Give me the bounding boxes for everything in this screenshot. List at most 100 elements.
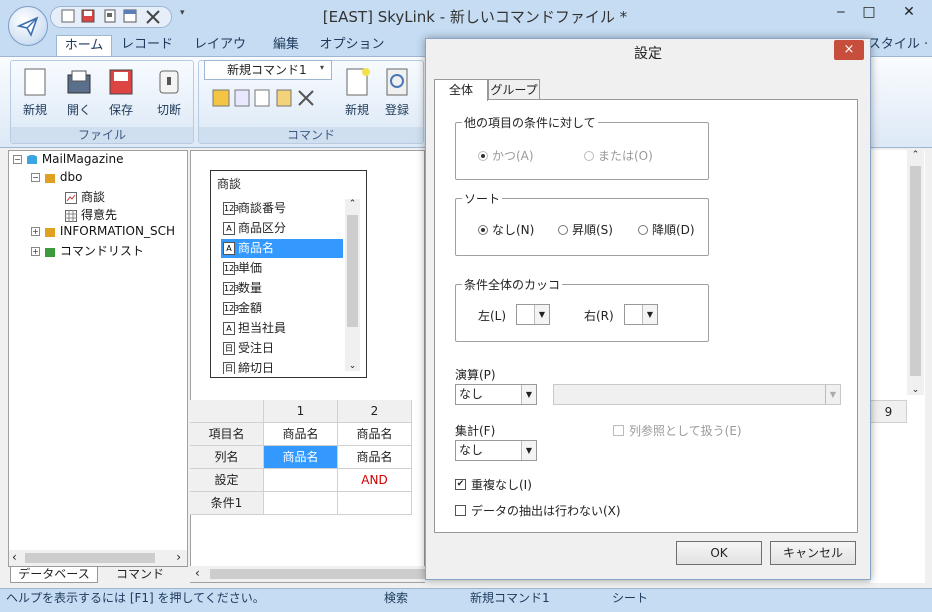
field-item[interactable]: A 商品名 (221, 239, 343, 258)
field-item[interactable]: 123商談番号 (221, 199, 343, 218)
design-vscroll-thumb[interactable] (910, 166, 921, 376)
field-type-icon: 123 (223, 262, 240, 275)
left-paren-select[interactable]: ▼ (516, 304, 550, 325)
dropdown-arrow-icon: ▼ (825, 385, 840, 404)
scroll-right-icon[interactable]: › (176, 550, 181, 564)
maximize-button[interactable]: □ (854, 2, 884, 24)
field-item[interactable]: A 商品区分 (221, 219, 343, 238)
grid-column-header[interactable]: 2 (338, 400, 412, 423)
field-item[interactable]: A 担当社員 (221, 319, 343, 338)
scroll-up-icon[interactable]: ⌃ (907, 150, 924, 160)
cancel-button[interactable]: キャンセル (770, 541, 856, 565)
grid-cell[interactable] (338, 492, 412, 515)
grid-hscrollbar[interactable]: ‹ (190, 566, 425, 582)
grid-corner (190, 400, 264, 423)
command-list-icon (44, 246, 56, 258)
field-list-scroll-thumb[interactable] (347, 215, 358, 327)
qat-dropdown-icon[interactable]: ▾ (180, 8, 185, 18)
scroll-down-icon[interactable]: ⌄ (345, 361, 360, 371)
right-paren-select[interactable]: ▼ (624, 304, 658, 325)
tree-command-list[interactable]: + コマンドリスト (31, 242, 144, 259)
tools-icon[interactable] (145, 9, 161, 25)
grid-column-header-last[interactable]: 9 (870, 400, 907, 423)
tab-home[interactable]: ホーム (56, 35, 112, 56)
tab-database[interactable]: データベース (10, 567, 98, 583)
grid-cell[interactable] (264, 492, 338, 515)
tree-info-schema[interactable]: + INFORMATION_SCH (31, 224, 175, 238)
grid-cell[interactable]: 商品名 (338, 446, 412, 469)
radio-sort-none[interactable]: なし(N) (478, 221, 534, 238)
field-item[interactable]: 123単価 (221, 259, 343, 278)
field-item[interactable]: 日締切日 (221, 359, 343, 374)
new-command-button[interactable]: 新規 (337, 65, 377, 121)
aggregate-select[interactable]: なし ▼ (455, 440, 537, 461)
radio-or[interactable]: または(O) (584, 147, 653, 164)
paren-group-label: 条件全体のカッコ (462, 276, 563, 293)
tab-options[interactable]: オプション (318, 35, 386, 56)
left-paren-label: 左(L) (478, 309, 507, 323)
dialog-close-button[interactable]: × (834, 40, 864, 60)
tab-edit[interactable]: 編集 (264, 35, 308, 56)
tab-command[interactable]: コマンド (100, 567, 180, 583)
tree-hscroll-thumb[interactable] (25, 553, 155, 563)
tree-hscrollbar[interactable]: ‹ › (9, 550, 187, 566)
scroll-left-icon[interactable]: ‹ (195, 566, 200, 580)
save-icon[interactable] (81, 9, 97, 25)
tree-schema[interactable]: − dbo (31, 170, 82, 184)
table-field-box[interactable]: 商談 123商談番号 A 商品区分 A 商品名 123単価 123数量 123金額 A 担当社員日… (210, 170, 367, 378)
new-file-button[interactable]: 新規 (15, 65, 55, 121)
grid-cell[interactable]: 商品名 (264, 423, 338, 446)
expand-icon[interactable]: + (31, 247, 40, 256)
operation-expression-select[interactable]: ▼ (553, 384, 841, 405)
tree-table-item[interactable]: 商談 (65, 188, 105, 205)
radio-sort-desc[interactable]: 降順(D) (638, 221, 695, 238)
open-label: 開く (66, 103, 91, 117)
tree-root[interactable]: − MailMagazine (13, 152, 124, 166)
command-combo-arrow-icon[interactable]: ▾ (320, 63, 324, 72)
scroll-down-icon[interactable]: ⌄ (907, 385, 924, 395)
tree-info-schema-label: INFORMATION_SCH (59, 224, 175, 238)
close-window-button[interactable]: ✕ (894, 2, 924, 24)
grid-cell[interactable]: 商品名 (338, 423, 412, 446)
collapse-icon[interactable]: − (13, 155, 22, 164)
window-title: [EAST] SkyLink - 新しいコマンドファイル * (322, 8, 628, 26)
field-list-scrollbar[interactable]: ⌃ ⌄ (345, 199, 360, 371)
table-icon[interactable] (123, 9, 139, 25)
no-extract-checkbox[interactable]: データの抽出は行わない(X) (455, 502, 621, 519)
ok-button[interactable]: OK (676, 541, 762, 565)
field-item[interactable]: 123数量 (221, 279, 343, 298)
style-menu[interactable]: スタイル · (864, 35, 932, 56)
tab-layout[interactable]: レイアウト (188, 35, 252, 72)
collapse-icon[interactable]: − (31, 173, 40, 182)
disconnect-button[interactable]: 切断 (149, 65, 189, 121)
command-combo[interactable]: 新規コマンド1 (204, 60, 332, 80)
tab-general[interactable]: 全体 (434, 79, 488, 101)
grid-cell-selected[interactable]: 商品名 (264, 446, 338, 469)
grid-cell[interactable] (264, 469, 338, 492)
tab-group[interactable]: グループ (488, 79, 540, 100)
tree-table-item[interactable]: 得意先 (65, 206, 117, 223)
tab-record[interactable]: レコード (118, 35, 176, 56)
field-item[interactable]: 123金額 (221, 299, 343, 318)
register-button[interactable]: 登録 (377, 65, 417, 121)
field-item[interactable]: 日受注日 (221, 339, 343, 358)
grid-hscroll-thumb[interactable] (210, 569, 425, 579)
expand-icon[interactable]: + (31, 227, 40, 236)
disconnect-icon (156, 67, 182, 97)
open-button[interactable]: 開く (59, 65, 99, 121)
save-button[interactable]: 保存 (101, 65, 141, 121)
minimize-button[interactable]: ‒ (826, 2, 856, 24)
grid-column-header[interactable]: 1 (264, 400, 338, 423)
radio-and[interactable]: かつ(A) (478, 147, 534, 164)
scroll-up-icon[interactable]: ⌃ (345, 199, 360, 209)
document-icon[interactable] (103, 9, 119, 25)
column-ref-checkbox[interactable]: 列参照として扱う(E) (613, 422, 742, 439)
design-vscrollbar[interactable]: ⌃ ⌄ (907, 150, 924, 395)
scroll-left-icon[interactable]: ‹ (12, 550, 17, 564)
no-duplicates-checkbox[interactable]: ✔ 重複なし(I) (455, 476, 532, 493)
grid-cell-operator[interactable]: AND (338, 469, 412, 492)
operation-select[interactable]: なし ▼ (455, 384, 537, 405)
radio-sort-asc[interactable]: 昇順(S) (558, 221, 613, 238)
app-menu-button[interactable] (8, 6, 48, 46)
checkbox-icon[interactable] (61, 9, 77, 25)
